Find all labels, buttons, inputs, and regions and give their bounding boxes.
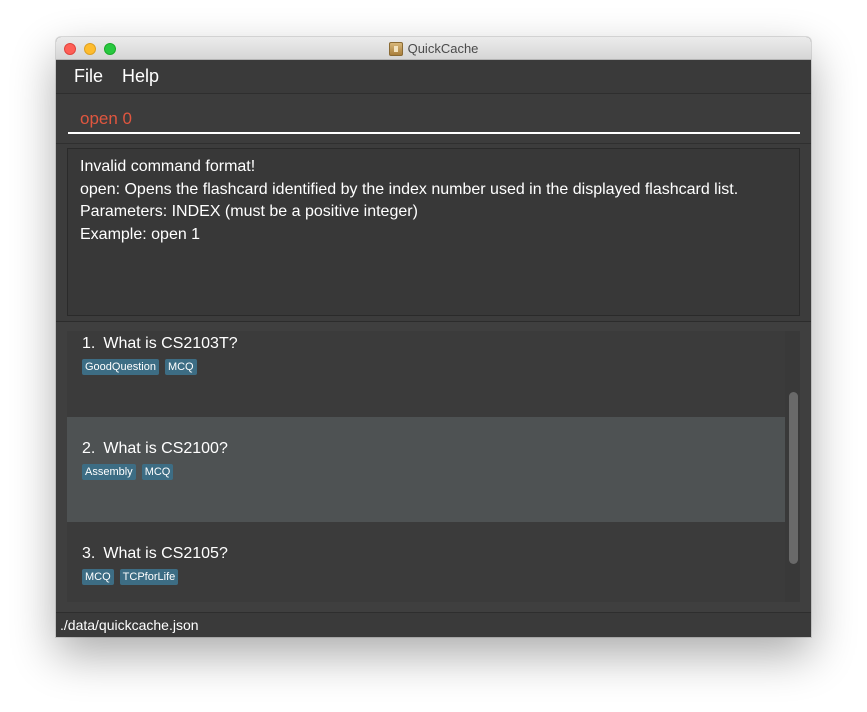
list-scrollbar[interactable] <box>785 331 800 602</box>
result-line-example: Example: open 1 <box>80 225 201 243</box>
menu-file[interactable]: File <box>74 66 103 87</box>
menu-help[interactable]: Help <box>122 66 159 87</box>
tag-label: TCPforLife <box>119 569 179 585</box>
flashcard-list-item[interactable]: 3. What is CS2105? MCQ TCPforLife <box>67 522 785 602</box>
status-bar: ./data/quickcache.json <box>56 612 811 637</box>
menu-bar: File Help <box>56 60 811 94</box>
result-display-area: Invalid command format! open: Opens the … <box>56 144 811 322</box>
window-title-group: QuickCache <box>56 37 811 60</box>
flashcard-list-item-selected[interactable]: 2. What is CS2100? Assembly MCQ <box>67 417 785 522</box>
flashcard-question: What is CS2103T? <box>103 335 238 352</box>
flashcard-list-area: 1. What is CS2103T? GoodQuestion MCQ 2. Wh… <box>56 322 811 612</box>
tag-label: GoodQuestion <box>82 359 159 375</box>
storage-file-path: ./data/quickcache.json <box>60 617 199 633</box>
flashcard-index: 3. <box>82 545 96 562</box>
flashcard-index: 1. <box>82 335 96 352</box>
flashcard-question: What is CS2100? <box>103 440 228 457</box>
flashcard-tags: GoodQuestion MCQ <box>82 359 770 375</box>
flashcard-list-item[interactable]: 1. What is CS2103T? GoodQuestion MCQ <box>67 331 785 417</box>
flashcard-question: What is CS2105? <box>103 545 228 562</box>
flashcard-tags: MCQ TCPforLife <box>82 569 770 585</box>
title-bar: QuickCache <box>56 37 811 60</box>
tag-label: MCQ <box>82 569 114 585</box>
command-input[interactable] <box>68 105 800 134</box>
flashcard-question-row: 3. What is CS2105? <box>82 545 770 563</box>
app-window: QuickCache File Help Invalid command for… <box>56 37 811 637</box>
app-icon <box>388 41 403 56</box>
result-display[interactable]: Invalid command format! open: Opens the … <box>67 148 800 316</box>
flashcard-question-row: 1. What is CS2103T? <box>82 335 770 353</box>
flashcard-index: 2. <box>82 440 96 457</box>
command-box-area <box>56 94 811 144</box>
tag-label: MCQ <box>141 464 174 480</box>
result-line-usage: open: Opens the flashcard identified by … <box>80 180 739 198</box>
flashcard-tags: Assembly MCQ <box>82 464 770 480</box>
flashcard-list[interactable]: 1. What is CS2103T? GoodQuestion MCQ 2. Wh… <box>67 331 800 602</box>
list-scrollbar-thumb[interactable] <box>789 392 798 564</box>
tag-label: MCQ <box>164 359 197 375</box>
window-title: QuickCache <box>407 41 479 56</box>
result-line-error: Invalid command format! <box>80 158 256 175</box>
flashcard-question-row: 2. What is CS2100? <box>82 440 770 458</box>
result-line-parameters: Parameters: INDEX (must be a positive in… <box>80 203 418 220</box>
tag-label: Assembly <box>82 464 136 480</box>
